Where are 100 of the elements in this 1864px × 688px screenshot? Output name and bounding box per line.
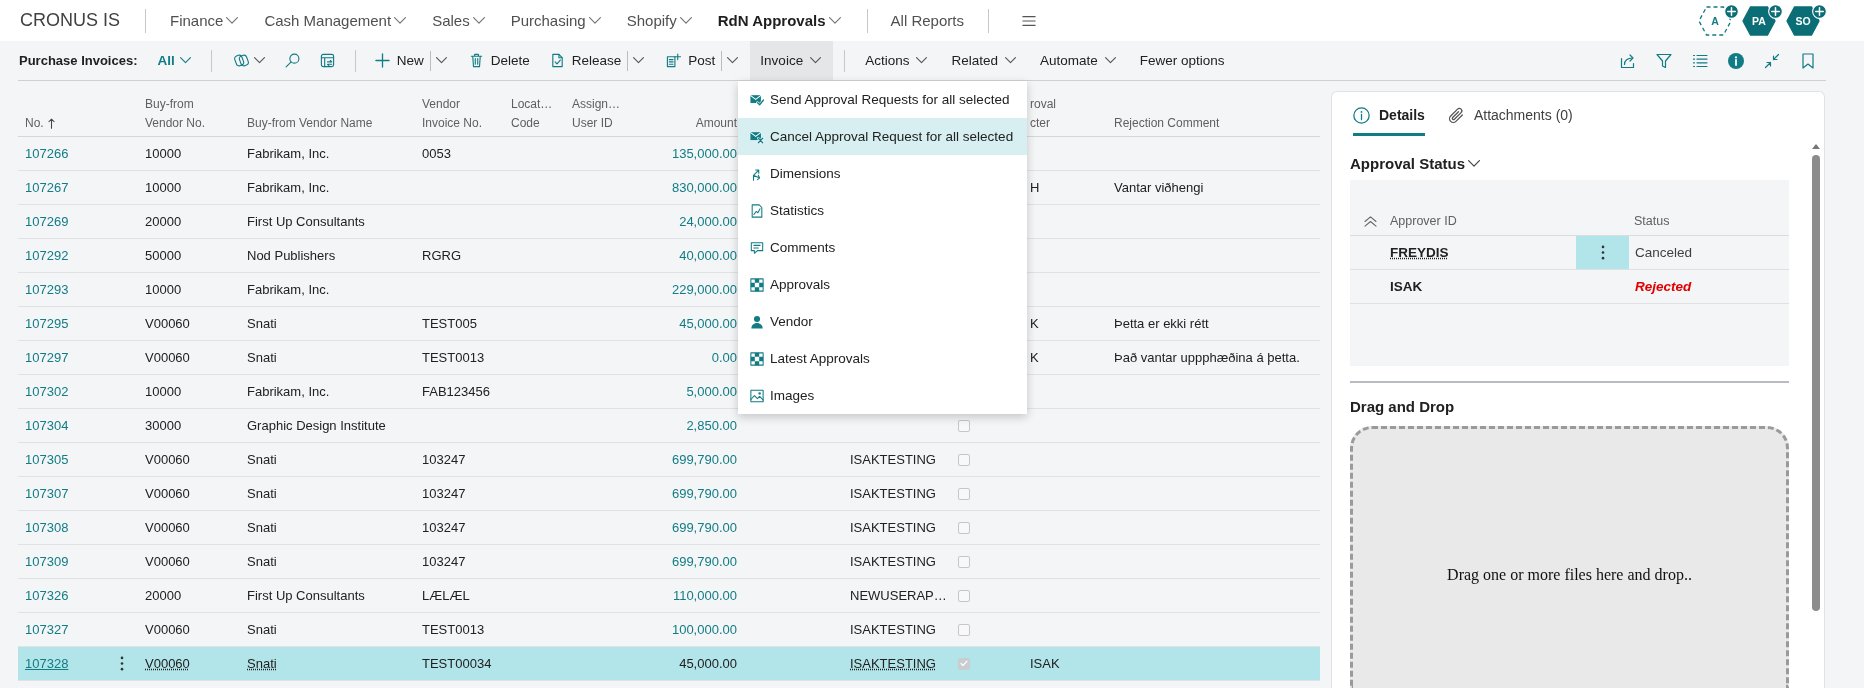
amount-link[interactable]: 699,790.00 [671, 520, 737, 535]
checkbox[interactable] [957, 419, 970, 432]
tab[interactable]: Details [1353, 97, 1425, 136]
document-number-link[interactable]: 107297 [25, 350, 69, 365]
toolbar-button[interactable]: Release [539, 41, 628, 80]
column-header[interactable]: Locat… Code [511, 95, 553, 133]
checkbox[interactable] [957, 589, 970, 602]
amount-link[interactable]: 2,850.00 [686, 418, 737, 433]
document-number-link[interactable]: 107266 [25, 146, 69, 161]
amount-link[interactable]: 229,000.00 [671, 282, 737, 297]
view-filter-button[interactable]: All [157, 45, 191, 76]
document-number-link[interactable]: 107292 [25, 248, 69, 263]
document-number-link[interactable]: 107295 [25, 316, 69, 331]
amount-link[interactable]: 699,790.00 [671, 554, 737, 569]
checkbox[interactable] [957, 487, 970, 500]
table-row[interactable]: 107307 V00060 Snati 103247 699,790.00 ISAKTESTING [18, 477, 1320, 511]
toolbar-menu-button[interactable]: Automate [1029, 41, 1128, 80]
amount-link[interactable]: 45,000.00 [679, 656, 737, 671]
nav-menu[interactable]: Shopify [626, 5, 692, 36]
amount-link[interactable]: 5,000.00 [686, 384, 737, 399]
table-cell: Vantar viðhengi [1114, 180, 1204, 195]
toolbar-button[interactable]: New [364, 41, 430, 80]
amount-link[interactable]: 24,000.00 [679, 214, 737, 229]
menu-item[interactable]: Cancel Approval Request for all selected [738, 118, 1027, 155]
collapse-all-button[interactable] [1363, 214, 1377, 228]
toolbar-menu-button[interactable]: Actions [855, 41, 940, 80]
toolbar-button[interactable]: Delete [458, 41, 540, 80]
document-number-link[interactable]: 107309 [25, 554, 69, 569]
amount-link[interactable]: 699,790.00 [671, 452, 737, 467]
toolbar-menu-button[interactable]: Related [941, 41, 1028, 80]
amount-link[interactable]: 830,000.00 [671, 180, 737, 195]
document-number-link[interactable]: 107269 [25, 214, 69, 229]
amount-link[interactable]: 110,000.00 [672, 588, 737, 603]
column-header[interactable]: Buy-from Vendor No. [145, 95, 206, 133]
document-number-link[interactable]: 107305 [25, 452, 69, 467]
file-drop-zone[interactable]: Drag one or more files here and drop.. [1350, 426, 1789, 688]
column-header[interactable]: Vendor Invoice No. [422, 95, 483, 133]
user-avatar[interactable]: A [1698, 5, 1732, 36]
column-header[interactable]: Buy-from Vendor Name [247, 114, 373, 133]
document-number-link[interactable]: 107308 [25, 520, 69, 535]
document-number-link[interactable]: 107328 [25, 656, 69, 671]
toolbar-button[interactable]: Fewer options [1129, 41, 1235, 80]
checkbox[interactable] [957, 555, 970, 568]
table-row[interactable]: 107309 V00060 Snati 103247 699,790.00 ISAKTESTING [18, 545, 1320, 579]
column-header[interactable]: No. [25, 114, 55, 133]
checkbox[interactable] [957, 453, 970, 466]
chevron-down-icon [727, 57, 739, 64]
nav-menu[interactable]: Sales [432, 5, 485, 36]
table-row[interactable]: 107326 20000 First Up Consultants LÆLÆL 110,000.00 NEWUSERAP… [18, 579, 1320, 613]
nav-menu[interactable]: Purchasing [510, 5, 601, 36]
table-cell: FAB123456 [422, 384, 490, 399]
document-number-link[interactable]: 107307 [25, 486, 69, 501]
menu-button[interactable] [1019, 13, 1038, 28]
amount-link[interactable]: 0.00 [711, 350, 737, 365]
column-header[interactable]: roval cter [1030, 95, 1056, 133]
table-row[interactable]: 107305 V00060 Snati 103247 699,790.00 ISAKTESTING [18, 443, 1320, 477]
table-cell: TEST005 [422, 316, 477, 331]
table-cell: V00060 [145, 486, 190, 501]
menu-item[interactable]: Send Approval Requests for all selected [738, 81, 1027, 118]
amount-link[interactable]: 45,000.00 [679, 316, 737, 331]
column-header[interactable]: Status [1634, 214, 1670, 228]
document-number-link[interactable]: 107327 [25, 622, 69, 637]
table-row[interactable]: 107308 V00060 Snati 103247 699,790.00 ISAKTESTING [18, 511, 1320, 545]
toolbar-menu-button[interactable]: Invoice [750, 41, 834, 80]
table-cell: Fabrikam, Inc. [247, 180, 330, 195]
table-cell: 50000 [145, 248, 182, 263]
nav-link[interactable]: All Reports [890, 5, 964, 36]
chevron-down-icon [633, 57, 645, 64]
checkbox[interactable] [957, 521, 970, 534]
amount-link[interactable]: 40,000.00 [679, 248, 737, 263]
document-number-link[interactable]: 107304 [25, 418, 69, 433]
table-cell: Snati [247, 350, 277, 365]
speech-bubble-icon [750, 240, 764, 255]
document-number-link[interactable]: 107326 [25, 588, 69, 603]
amount-link[interactable]: 100,000.00 [671, 622, 737, 637]
column-header[interactable]: Approver ID [1390, 214, 1457, 228]
amount-link[interactable]: 699,790.00 [671, 486, 737, 501]
company-name: CRONUS IS [20, 10, 120, 31]
approver-id[interactable]: ISAK [1390, 279, 1423, 294]
tab[interactable]: Attachments (0) [1447, 97, 1573, 136]
toolbar-button[interactable]: Post [656, 41, 722, 80]
scrollbar-thumb[interactable] [1812, 155, 1820, 611]
nav-menu[interactable]: Cash Management [264, 5, 407, 36]
document-number-link[interactable]: 107302 [25, 384, 69, 399]
nav-menu[interactable]: Finance [170, 5, 239, 36]
column-header[interactable]: Amount [695, 114, 737, 133]
document-number-link[interactable]: 107293 [25, 282, 69, 297]
menu-item[interactable]: Latest Approvals [738, 340, 1027, 377]
column-header[interactable]: Rejection Comment [1114, 114, 1220, 133]
table-row[interactable]: 107328 V00060 Snati TEST00034 45,000.00 ISAKTESTING ISAK [18, 647, 1320, 681]
table-cell: ISAK [1030, 656, 1060, 671]
column-header[interactable]: Assign… User ID [572, 95, 621, 133]
checkbox[interactable] [957, 623, 970, 636]
table-cell: RGRG [422, 248, 461, 263]
checkbox[interactable] [957, 657, 970, 670]
section-header[interactable]: Approval Status [1350, 153, 1481, 173]
nav-menu[interactable]: RdN Approvals [717, 5, 841, 36]
amount-link[interactable]: 135,000.00 [671, 146, 737, 161]
document-number-link[interactable]: 107267 [25, 180, 69, 195]
approver-id[interactable]: FREYDIS [1390, 245, 1449, 260]
